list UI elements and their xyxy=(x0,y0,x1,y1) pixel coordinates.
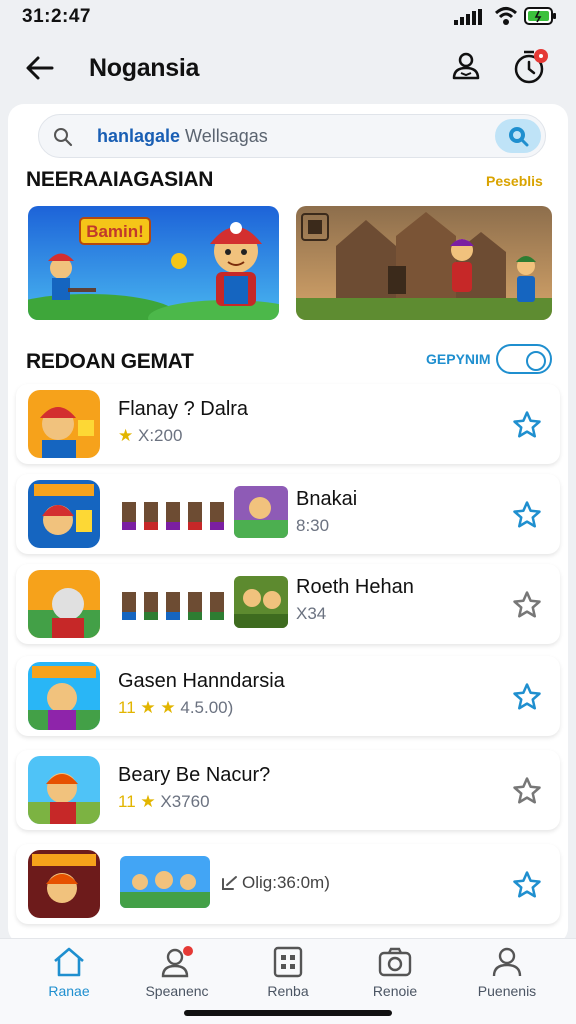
search-input[interactable]: hanlagale Wellsagas xyxy=(97,126,268,147)
favorite-star-icon[interactable] xyxy=(512,682,542,712)
featured-banner-2[interactable] xyxy=(296,206,552,320)
nav-home[interactable]: Ranae xyxy=(24,945,114,1005)
game-meta-3: X34 xyxy=(296,604,327,623)
game-meta-2: 8:30 xyxy=(296,516,330,535)
signal-icon xyxy=(454,9,482,25)
game-meta-value-4: 4.5.00) xyxy=(180,698,234,717)
game-row-4[interactable]: Gasen Hanndarsia 11 ★ ★ 4.5.00) xyxy=(16,656,560,736)
favorite-star-icon[interactable] xyxy=(512,590,542,620)
favorite-star-icon[interactable] xyxy=(512,410,542,440)
game-meta-4: 11 ★ ★ 4.5.00) xyxy=(118,698,233,718)
timer-notification-icon[interactable] xyxy=(510,46,552,86)
game-meta-prefix-4: 11 xyxy=(118,698,136,717)
nav-camera[interactable]: Renoie xyxy=(350,945,440,1005)
nav-label-profile: Puenenis xyxy=(477,983,537,999)
game-name-5: Beary Be Nacur? xyxy=(118,764,271,786)
game-name-1: Flanay ? Dalra xyxy=(118,398,249,420)
game-art-2 xyxy=(234,486,288,538)
game-art-6 xyxy=(120,856,210,908)
home-indicator xyxy=(184,1010,392,1016)
share-arrow-icon[interactable] xyxy=(220,874,240,894)
search-go-icon xyxy=(509,127,529,147)
game-meta-value-5: X3760 xyxy=(160,792,210,811)
status-bar: 31:2:47 xyxy=(0,0,576,36)
profile-notification-icon xyxy=(161,946,193,978)
nav-library[interactable]: Renba xyxy=(243,945,333,1005)
game-meta-5: 11 ★ X3760 xyxy=(118,792,210,812)
back-arrow-icon[interactable] xyxy=(22,50,58,86)
list-view-toggle[interactable]: GEPYNIM xyxy=(426,344,552,374)
game-thumb-6 xyxy=(28,850,100,918)
wifi-icon xyxy=(494,7,518,25)
rating-star-icon: ★ xyxy=(160,698,176,717)
game-meta-prefix-5: 11 xyxy=(118,792,136,811)
game-row-2[interactable]: Bnakai 8:30 xyxy=(16,474,560,554)
battery-icon xyxy=(524,7,556,25)
favorite-star-icon[interactable] xyxy=(512,776,542,806)
game-meta-value-1: X:200 xyxy=(137,426,183,445)
featured-banner-2-art xyxy=(296,206,552,320)
featured-section-title: NEERAAIAGASIAN xyxy=(26,168,214,191)
nav-label-camera: Renoie xyxy=(372,983,418,999)
search-icon xyxy=(54,128,73,147)
favorite-star-icon[interactable] xyxy=(512,870,542,900)
featured-banner-1-art: Bamin! xyxy=(28,206,279,320)
status-time: 31:2:47 xyxy=(22,6,91,27)
game-name-4: Gasen Hanndarsia xyxy=(118,670,285,692)
game-thumb-5 xyxy=(28,756,100,824)
content-card: hanlagale Wellsagas NEERAAIAGASIAN Peseb… xyxy=(8,104,568,944)
toggle-switch[interactable] xyxy=(496,344,552,374)
nav-profile[interactable]: Puenenis xyxy=(462,945,552,1005)
sprite-strip-3 xyxy=(122,592,224,620)
list-toggle-label: GEPYNIM xyxy=(426,351,491,367)
game-row-3[interactable]: Roeth Hehan X34 xyxy=(16,564,560,644)
featured-banner-1[interactable]: Bamin! xyxy=(28,206,279,320)
game-thumb-4 xyxy=(28,662,100,730)
favorite-star-icon[interactable] xyxy=(512,500,542,530)
rating-star-icon: ★ xyxy=(140,792,156,811)
list-section-title: REDOAN GEMAT xyxy=(26,350,194,373)
nav-label-home: Ranae xyxy=(48,983,90,999)
svg-text:Bamin!: Bamin! xyxy=(86,222,144,241)
game-thumb-2 xyxy=(28,480,100,548)
nav-social[interactable]: Speanenc xyxy=(132,945,222,1005)
rating-star-icon: ★ xyxy=(140,698,156,717)
game-meta-6: Olig:36:0m) xyxy=(242,873,330,892)
game-art-3 xyxy=(234,576,288,628)
game-thumb-1 xyxy=(28,390,100,458)
page-title: Nogansia xyxy=(89,54,200,82)
search-submit-button[interactable] xyxy=(495,119,541,153)
camera-icon xyxy=(378,947,412,977)
grid-icon xyxy=(273,946,303,978)
search-query-rest: Wellsagas xyxy=(185,126,268,146)
game-thumb-3 xyxy=(28,570,100,638)
search-query-highlight: hanlagale xyxy=(97,126,181,146)
rating-star-icon: ★ xyxy=(118,426,134,445)
game-name-2: Bnakai xyxy=(296,488,358,510)
search-bar[interactable]: hanlagale Wellsagas xyxy=(38,114,546,158)
game-row-5[interactable]: Beary Be Nacur? 11 ★ X3760 xyxy=(16,750,560,830)
featured-see-all-link[interactable]: Peseblis xyxy=(486,173,543,189)
game-row-1[interactable]: Flanay ? Dalra ★ X:200 xyxy=(16,384,560,464)
nav-label-library: Renba xyxy=(267,983,309,999)
nav-label-social: Speanenc xyxy=(145,983,209,999)
group-icon[interactable] xyxy=(448,48,484,84)
sprite-strip-2 xyxy=(122,502,224,530)
game-row-6[interactable]: Olig:36:0m) xyxy=(16,844,560,924)
game-name-3: Roeth Hehan xyxy=(296,576,414,598)
home-icon xyxy=(54,947,84,977)
game-meta-1: ★ X:200 xyxy=(118,426,182,446)
header: Nogansia xyxy=(0,40,576,98)
person-icon xyxy=(492,947,522,977)
